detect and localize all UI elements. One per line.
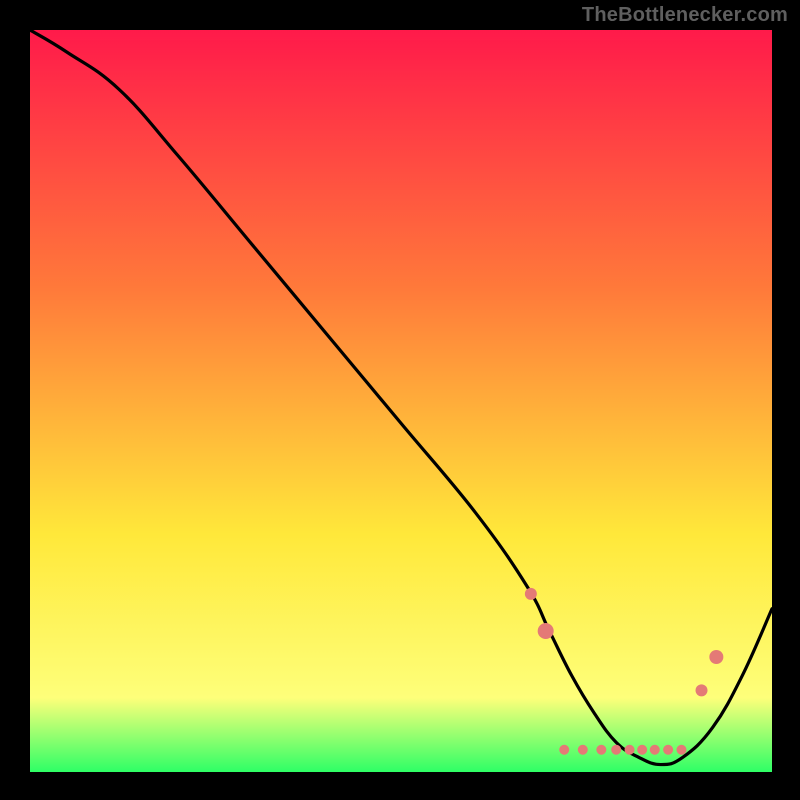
plot-background [30,30,772,772]
data-marker [709,650,723,664]
data-marker [578,745,588,755]
data-marker [696,684,708,696]
data-marker [559,745,569,755]
data-marker [663,745,673,755]
data-marker [625,745,635,755]
chart-stage: { "attribution": "TheBottlenecker.com", … [0,0,800,800]
data-marker [676,745,686,755]
attribution-text: TheBottlenecker.com [582,4,788,27]
data-marker [650,745,660,755]
chart-svg [0,0,800,800]
data-marker [637,745,647,755]
data-marker [538,623,554,639]
data-marker [596,745,606,755]
data-marker [611,745,621,755]
data-marker [525,588,537,600]
